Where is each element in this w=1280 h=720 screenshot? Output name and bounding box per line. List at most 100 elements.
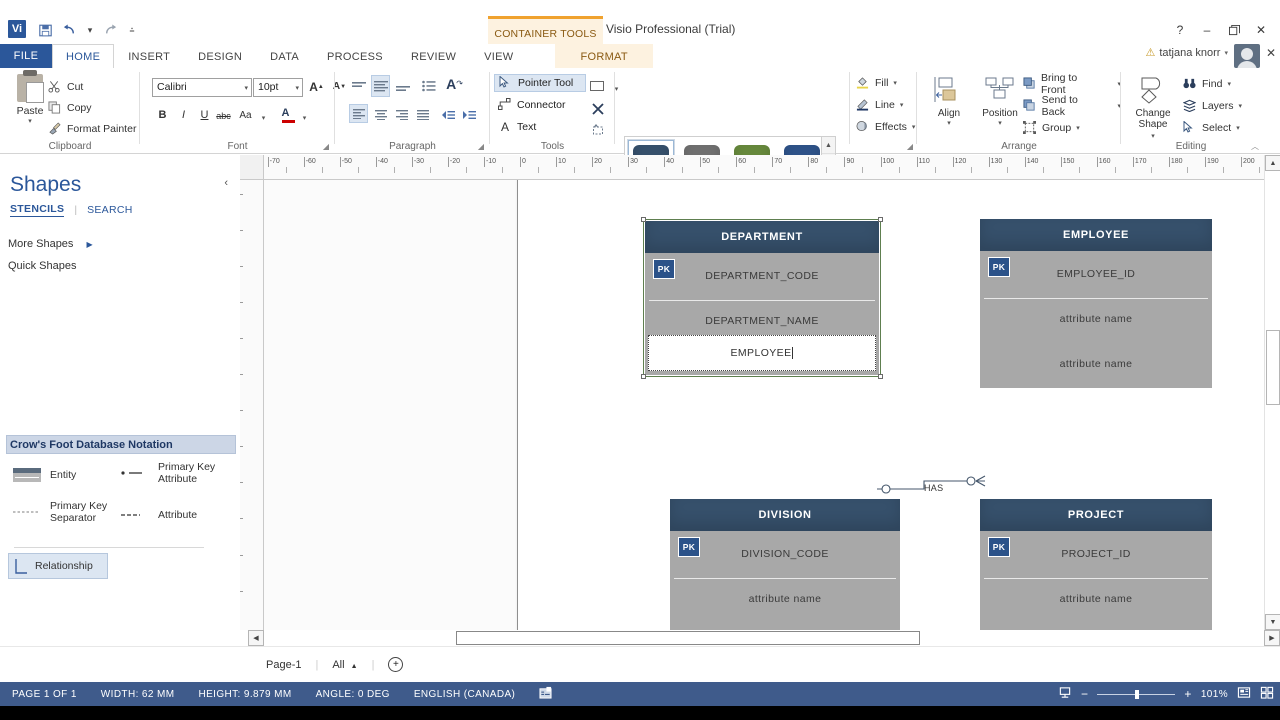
- font-color-button[interactable]: A: [276, 103, 295, 123]
- collapse-ribbon-chevron-icon[interactable]: ︿: [1251, 141, 1259, 152]
- vertical-ruler[interactable]: 240 230 220 210 200 190 180 170 160 150 140 130: [240, 180, 264, 630]
- change-shape-button[interactable]: Change Shape ▾: [1125, 72, 1181, 141]
- scroll-down-icon[interactable]: ▼: [1265, 614, 1280, 630]
- inline-text-editor[interactable]: EMPLOYEE: [648, 335, 876, 371]
- zoom-out-button[interactable]: −: [1081, 687, 1088, 701]
- grow-font-button[interactable]: A ▲: [307, 77, 326, 96]
- font-color-dropdown-icon[interactable]: ▾: [295, 108, 314, 127]
- entity-project[interactable]: PROJECT PK PROJECT_ID attribute name: [980, 499, 1212, 630]
- line-dropdown-icon[interactable]: ▾: [900, 101, 904, 109]
- connector-label-has[interactable]: HAS: [924, 483, 943, 493]
- cut-button[interactable]: Cut: [48, 78, 83, 95]
- underline-button[interactable]: U: [195, 105, 214, 124]
- change-shape-dropdown-icon[interactable]: ▾: [1151, 133, 1155, 140]
- zoom-level-label[interactable]: 101%: [1201, 689, 1228, 700]
- format-painter-button[interactable]: Format Painter: [48, 120, 136, 137]
- drawing-canvas[interactable]: HAS DEPARTMENT PK DEPARTMENT_CODE DEPART…: [264, 180, 1264, 630]
- horizontal-ruler[interactable]: -70 -60 -50 -40 -30 -20 -10 0 10 20 30 40 50 60 70 80 90…: [264, 155, 1264, 180]
- ruler-corner[interactable]: [240, 155, 264, 180]
- chevron-down-icon[interactable]: ▾: [244, 84, 248, 92]
- more-shapes-arrow-icon[interactable]: ▶: [87, 240, 93, 249]
- minimize-icon[interactable]: –: [1194, 20, 1220, 40]
- stencil-header-crows-foot[interactable]: Crow's Foot Database Notation: [6, 435, 236, 454]
- entity-row[interactable]: PK DIVISION_CODE: [670, 531, 900, 576]
- gallery-scroll-up-icon[interactable]: ▲: [822, 137, 835, 154]
- text-tool-button[interactable]: A Text: [494, 118, 540, 136]
- scroll-up-icon[interactable]: ▲: [1265, 155, 1280, 171]
- connector-tool-button[interactable]: Connector: [494, 96, 569, 114]
- restore-icon[interactable]: [1221, 20, 1247, 40]
- justify-button[interactable]: [413, 105, 432, 124]
- position-dropdown-icon[interactable]: ▾: [976, 119, 1024, 127]
- line-button[interactable]: Line ▾: [856, 96, 903, 113]
- zoom-slider-thumb[interactable]: [1135, 689, 1140, 699]
- align-left-button[interactable]: [349, 104, 368, 123]
- scroll-right-icon[interactable]: ▶: [1264, 630, 1280, 646]
- position-button[interactable]: Position ▾: [976, 72, 1024, 127]
- entity-row[interactable]: PK DEPARTMENT_CODE: [645, 253, 879, 298]
- find-dropdown-icon[interactable]: ▾: [1227, 80, 1231, 88]
- select-dropdown-icon[interactable]: ▾: [1236, 124, 1240, 132]
- normal-view-icon[interactable]: [1237, 686, 1251, 702]
- align-center-button[interactable]: [371, 105, 390, 124]
- scroll-left-icon[interactable]: ◀: [248, 630, 264, 646]
- page-tab-all[interactable]: All ▲: [318, 659, 371, 671]
- effects-button[interactable]: Effects ▾: [856, 118, 915, 135]
- collapse-panel-icon[interactable]: ‹: [224, 177, 228, 189]
- entity-row[interactable]: attribute name: [980, 296, 1212, 341]
- zoom-slider[interactable]: [1097, 689, 1176, 699]
- bold-button[interactable]: B: [153, 105, 172, 124]
- decrease-indent-button[interactable]: [438, 105, 457, 124]
- stencil-item-attribute[interactable]: Attribute: [120, 507, 230, 523]
- account-area[interactable]: ⚠ tatjana knorr ▾: [1145, 46, 1228, 60]
- pointer-variant-button[interactable]: [588, 77, 607, 96]
- tab-design[interactable]: DESIGN: [184, 44, 256, 68]
- tab-insert[interactable]: INSERT: [114, 44, 184, 68]
- entity-row[interactable]: PK PROJECT_ID: [980, 531, 1212, 576]
- customize-qat-icon[interactable]: ⩮: [124, 20, 140, 40]
- entity-row[interactable]: attribute name: [980, 576, 1212, 621]
- stencil-item-relationship[interactable]: Relationship: [8, 553, 108, 579]
- font-dialog-launcher[interactable]: ◢: [323, 142, 329, 151]
- fullscreen-view-icon[interactable]: [1260, 686, 1274, 702]
- fill-button[interactable]: Fill ▾: [856, 74, 897, 91]
- copy-button[interactable]: Copy: [48, 99, 92, 116]
- reposition-tool-button[interactable]: [588, 121, 607, 140]
- stencil-item-primary-key-attribute[interactable]: Primary Key Attribute: [120, 461, 240, 485]
- entity-row[interactable]: PK EMPLOYEE_ID: [980, 251, 1212, 296]
- pointer-tool-button[interactable]: Pointer Tool: [494, 74, 586, 92]
- paste-dropdown-icon[interactable]: ▾: [8, 117, 52, 125]
- send-to-back-button[interactable]: Send to Back ▾: [1023, 94, 1121, 118]
- text-align-bottom-button[interactable]: [393, 77, 412, 96]
- stencil-item-entity[interactable]: Entity: [12, 467, 122, 483]
- layers-dropdown-icon[interactable]: ▾: [1239, 102, 1243, 110]
- status-language[interactable]: ENGLISH (CANADA): [402, 689, 527, 700]
- macro-recorder-icon[interactable]: [527, 686, 564, 702]
- vertical-scroll-thumb[interactable]: [1266, 330, 1280, 405]
- entity-row[interactable]: attribute name: [670, 576, 900, 621]
- horizontal-scrollbar[interactable]: ◀ ▶: [248, 630, 1280, 646]
- layers-button[interactable]: Layers ▾: [1182, 97, 1243, 114]
- change-case-dropdown-icon[interactable]: ▾: [254, 108, 273, 127]
- select-button[interactable]: Select ▾: [1183, 119, 1240, 136]
- entity-row[interactable]: attribute name: [980, 341, 1212, 386]
- more-shapes-row[interactable]: More Shapes ▶: [8, 238, 93, 250]
- tab-view[interactable]: VIEW: [470, 44, 527, 68]
- page-tab-page-1[interactable]: Page-1: [252, 659, 315, 671]
- stencil-item-primary-key-separator[interactable]: Primary Key Separator: [12, 500, 122, 524]
- collapse-ribbon-icon[interactable]: ✕: [1266, 46, 1276, 60]
- increase-indent-button[interactable]: [459, 105, 478, 124]
- text-direction-button[interactable]: A ↷: [445, 74, 464, 93]
- quick-shapes-row[interactable]: Quick Shapes: [8, 260, 76, 272]
- account-dropdown-icon[interactable]: ▾: [1224, 49, 1228, 57]
- group-dropdown-icon[interactable]: ▾: [1076, 124, 1080, 132]
- align-dropdown-icon[interactable]: ▾: [925, 119, 973, 127]
- effects-dropdown-icon[interactable]: ▾: [912, 123, 916, 131]
- paragraph-dialog-launcher[interactable]: ◢: [478, 142, 484, 151]
- text-align-top-button[interactable]: [349, 77, 368, 96]
- entity-employee[interactable]: EMPLOYEE PK EMPLOYEE_ID attribute name a…: [980, 219, 1212, 388]
- tab-data[interactable]: DATA: [256, 44, 313, 68]
- undo-icon[interactable]: [58, 20, 80, 40]
- avatar[interactable]: [1234, 44, 1260, 68]
- close-icon[interactable]: ✕: [1248, 20, 1274, 40]
